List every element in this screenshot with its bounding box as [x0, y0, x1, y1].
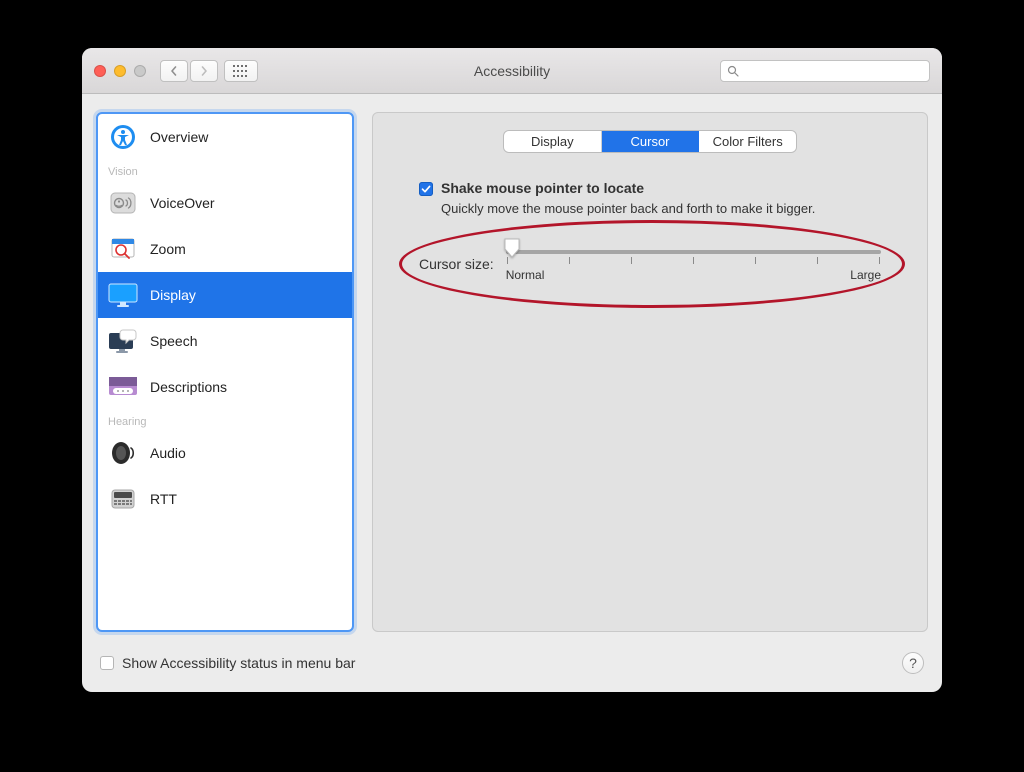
sidebar-item-label: RTT: [150, 491, 177, 507]
zoom-icon: [108, 234, 138, 264]
rtt-icon: [108, 484, 138, 514]
sidebar-item-speech[interactable]: Speech: [98, 318, 352, 364]
section-hearing: Hearing: [98, 410, 352, 430]
descriptions-icon: [108, 372, 138, 402]
slider-thumb[interactable]: [504, 238, 520, 258]
tab-display[interactable]: Display: [504, 131, 602, 152]
tabs: Display Cursor Color Filters: [504, 131, 796, 152]
sidebar-item-label: Display: [150, 287, 196, 303]
sidebar-item-label: Descriptions: [150, 379, 227, 395]
cursor-size-slider[interactable]: Normal Large: [506, 246, 881, 282]
search-field[interactable]: [720, 60, 930, 82]
titlebar: Accessibility: [82, 48, 942, 94]
sidebar-item-label: VoiceOver: [150, 195, 215, 211]
close-window-button[interactable]: [94, 65, 106, 77]
speech-icon: [108, 326, 138, 356]
footer: Show Accessibility status in menu bar ?: [82, 642, 942, 692]
sidebar-item-audio[interactable]: Audio: [98, 430, 352, 476]
minimize-window-button[interactable]: [114, 65, 126, 77]
search-input[interactable]: [743, 63, 923, 79]
menubar-status-label: Show Accessibility status in menu bar: [122, 655, 355, 671]
traffic-lights: [94, 65, 146, 77]
checkmark-icon: [421, 184, 431, 194]
tab-cursor[interactable]: Cursor: [602, 131, 700, 152]
preferences-window: Accessibility Overview Vision VoiceOver: [82, 48, 942, 692]
search-icon: [727, 65, 739, 77]
sidebar-item-overview[interactable]: Overview: [98, 114, 352, 160]
sidebar-item-voiceover[interactable]: VoiceOver: [98, 180, 352, 226]
section-vision: Vision: [98, 160, 352, 180]
shake-pointer-checkbox[interactable]: [419, 182, 433, 196]
forward-button[interactable]: [190, 60, 218, 82]
tab-color-filters[interactable]: Color Filters: [699, 131, 796, 152]
sidebar-item-label: Overview: [150, 129, 208, 145]
slider-max-label: Large: [850, 268, 881, 282]
sidebar-item-descriptions[interactable]: Descriptions: [98, 364, 352, 410]
audio-icon: [108, 438, 138, 468]
slider-min-label: Normal: [506, 268, 545, 282]
show-all-button[interactable]: [224, 60, 258, 82]
sidebar-item-label: Audio: [150, 445, 186, 461]
sidebar-item-rtt[interactable]: RTT: [98, 476, 352, 522]
sidebar-item-display[interactable]: Display: [98, 272, 352, 318]
cursor-size-label: Cursor size:: [419, 256, 494, 272]
zoom-window-button[interactable]: [134, 65, 146, 77]
menubar-status-checkbox[interactable]: [100, 656, 114, 670]
sidebar-item-zoom[interactable]: Zoom: [98, 226, 352, 272]
content-pane: Display Cursor Color Filters Shake mouse…: [372, 112, 928, 632]
sidebar: Overview Vision VoiceOver Zoom Display: [96, 112, 354, 632]
accessibility-icon: [108, 122, 138, 152]
shake-pointer-label: Shake mouse pointer to locate: [441, 180, 644, 196]
display-icon: [108, 280, 138, 310]
voiceover-icon: [108, 188, 138, 218]
help-button[interactable]: ?: [902, 652, 924, 674]
back-button[interactable]: [160, 60, 188, 82]
shake-pointer-hint: Quickly move the mouse pointer back and …: [441, 200, 881, 218]
sidebar-item-label: Speech: [150, 333, 197, 349]
sidebar-item-label: Zoom: [150, 241, 186, 257]
nav-buttons: [160, 60, 218, 82]
